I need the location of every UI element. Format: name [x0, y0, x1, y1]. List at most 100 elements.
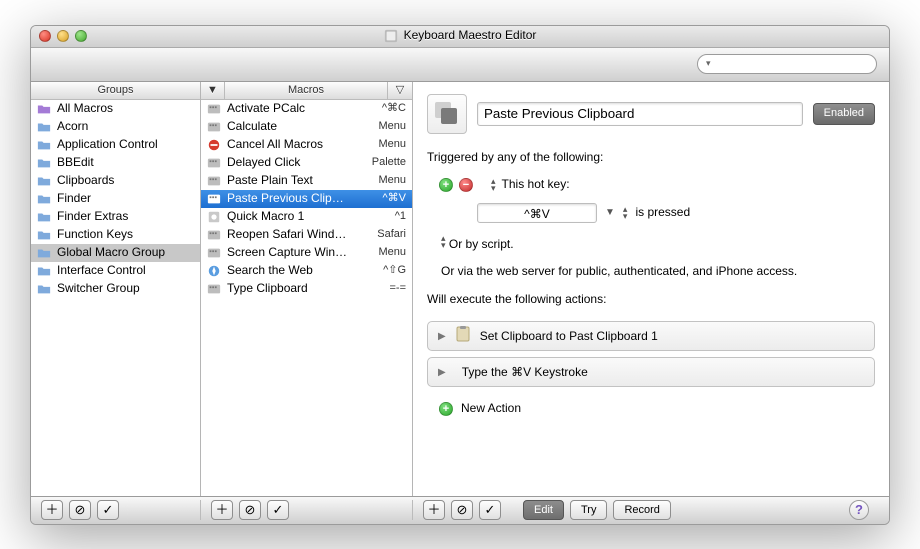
macro-label: Type Clipboard: [227, 281, 350, 297]
disable-group-button[interactable]: ⊘: [69, 500, 91, 520]
group-row[interactable]: Application Control: [31, 136, 200, 154]
macro-row[interactable]: Screen Capture WindowMenu: [201, 244, 412, 262]
action-item[interactable]: ▶Set Clipboard to Past Clipboard 1: [427, 321, 875, 351]
action-item[interactable]: ▶ Type the ⌘V Keystroke: [427, 357, 875, 387]
macro-row[interactable]: Delayed ClickPalette: [201, 154, 412, 172]
remove-trigger-button[interactable]: −: [459, 178, 473, 192]
detail-panel: Enabled Triggered by any of the followin…: [413, 82, 889, 496]
macro-row[interactable]: Quick Macro 1^1: [201, 208, 412, 226]
macro-icon-well[interactable]: [427, 94, 467, 134]
toolbar: ▾: [31, 48, 889, 82]
action-label: Type the ⌘V Keystroke: [462, 365, 588, 381]
window-title: Keyboard Maestro Editor: [404, 28, 537, 44]
macro-row[interactable]: Activate PCalc ^⌘C: [201, 100, 412, 118]
toggle-group-button[interactable]: ✓: [97, 500, 119, 520]
group-row[interactable]: Switcher Group: [31, 280, 200, 298]
toggle-macro-button[interactable]: ✓: [267, 500, 289, 520]
macro-trigger-badge: ^⇧G: [356, 263, 406, 277]
editor-window: Keyboard Maestro Editor ▾ Groups All Mac…: [30, 25, 890, 525]
groups-list[interactable]: All MacrosAcornApplication ControlBBEdit…: [31, 100, 200, 496]
macro-row[interactable]: Search the Web^⇧G: [201, 262, 412, 280]
group-row[interactable]: All Macros: [31, 100, 200, 118]
group-row[interactable]: Interface Control: [31, 262, 200, 280]
macro-trigger-badge: Menu: [356, 137, 406, 151]
group-row[interactable]: Clipboards: [31, 172, 200, 190]
trigger-type-stepper[interactable]: ▴▾: [491, 178, 496, 192]
macro-icon: [207, 228, 221, 242]
macro-row[interactable]: Type Clipboard=-=: [201, 280, 412, 298]
group-row[interactable]: Function Keys: [31, 226, 200, 244]
macro-trigger-badge: ^⌘V: [356, 191, 406, 205]
macros-sort-enabled[interactable]: ▼: [201, 82, 225, 99]
groups-header[interactable]: Groups: [31, 82, 200, 100]
macro-icon: [207, 210, 221, 224]
group-label: Acorn: [57, 119, 194, 135]
group-label: BBEdit: [57, 155, 194, 171]
search-input[interactable]: [713, 56, 890, 73]
macro-row[interactable]: Reopen Safari WindowsSafari: [201, 226, 412, 244]
hotkey-field[interactable]: ^⌘V: [477, 203, 597, 223]
enabled-toggle[interactable]: Enabled: [813, 103, 875, 125]
macro-trigger-badge: ^⌘C: [356, 101, 406, 115]
toggle-action-button[interactable]: ✓: [479, 500, 501, 520]
groups-header-label: Groups: [97, 83, 133, 97]
try-button[interactable]: Try: [570, 500, 607, 520]
macros-header[interactable]: ▼ Macros ▽: [201, 82, 412, 100]
macro-label: Cancel All Macros: [227, 137, 350, 153]
titlebar: Keyboard Maestro Editor: [31, 26, 889, 48]
macro-row[interactable]: CalculateMenu: [201, 118, 412, 136]
hotkey-trigger-label: This hot key:: [502, 177, 570, 193]
group-row[interactable]: Acorn: [31, 118, 200, 136]
search-field[interactable]: ▾: [697, 54, 877, 74]
macro-label: Reopen Safari Windows: [227, 227, 350, 243]
hotkey-state-stepper[interactable]: ▴▾: [623, 206, 628, 220]
macro-row[interactable]: Paste Plain TextMenu: [201, 172, 412, 190]
hotkey-modifier-popup[interactable]: ▼: [605, 206, 615, 219]
edit-mode-button[interactable]: Edit: [523, 500, 564, 520]
macros-header-label: Macros: [288, 83, 324, 97]
groups-column: Groups All MacrosAcornApplication Contro…: [31, 82, 201, 496]
macro-label: Quick Macro 1: [227, 209, 350, 225]
group-label: Function Keys: [57, 227, 194, 243]
group-label: Finder Extras: [57, 209, 194, 225]
macro-name-input[interactable]: [477, 102, 803, 126]
macro-label: Activate PCalc: [227, 101, 350, 117]
group-row[interactable]: Global Macro Group: [31, 244, 200, 262]
macros-list[interactable]: Activate PCalc^⌘CCalculateMenuCancel All…: [201, 100, 412, 496]
record-button[interactable]: Record: [613, 500, 670, 520]
new-action-label: New Action: [461, 401, 521, 417]
add-trigger-button[interactable]: +: [439, 178, 453, 192]
macros-sort-direction[interactable]: ▽: [388, 82, 412, 99]
add-action-toolbar-button[interactable]: ＋: [423, 500, 445, 520]
macro-label: Calculate: [227, 119, 350, 135]
macros-header-label-cell[interactable]: Macros: [225, 82, 388, 99]
group-label: Clipboards: [57, 173, 194, 189]
search-scope-toggle[interactable]: ▾: [706, 58, 711, 70]
group-row[interactable]: BBEdit: [31, 154, 200, 172]
disable-macro-button[interactable]: ⊘: [239, 500, 261, 520]
add-macro-button[interactable]: ＋: [211, 500, 233, 520]
macro-label: Paste Plain Text: [227, 173, 350, 189]
add-action-button[interactable]: +: [439, 402, 453, 416]
minimize-window-button[interactable]: [57, 30, 69, 42]
group-row[interactable]: Finder Extras: [31, 208, 200, 226]
macro-row[interactable]: Cancel All Macros Menu: [201, 136, 412, 154]
zoom-window-button[interactable]: [75, 30, 87, 42]
macro-icon: [207, 264, 221, 278]
macro-icon: [207, 282, 221, 296]
folder-icon: [37, 192, 51, 206]
macro-trigger-badge: Palette: [356, 155, 406, 169]
add-group-button[interactable]: ＋: [41, 500, 63, 520]
group-label: Switcher Group: [57, 281, 194, 297]
folder-icon: [37, 120, 51, 134]
folder-icon: [37, 138, 51, 152]
close-window-button[interactable]: [39, 30, 51, 42]
macro-row[interactable]: Paste Previous Clipboard^⌘V: [201, 190, 412, 208]
folder-icon: [37, 210, 51, 224]
script-trigger-stepper[interactable]: ▴▾: [441, 235, 446, 249]
disclosure-triangle-icon[interactable]: ▶: [438, 330, 446, 343]
disclosure-triangle-icon[interactable]: ▶: [438, 366, 446, 379]
disable-action-button[interactable]: ⊘: [451, 500, 473, 520]
group-row[interactable]: Finder: [31, 190, 200, 208]
help-button[interactable]: ?: [849, 500, 869, 520]
